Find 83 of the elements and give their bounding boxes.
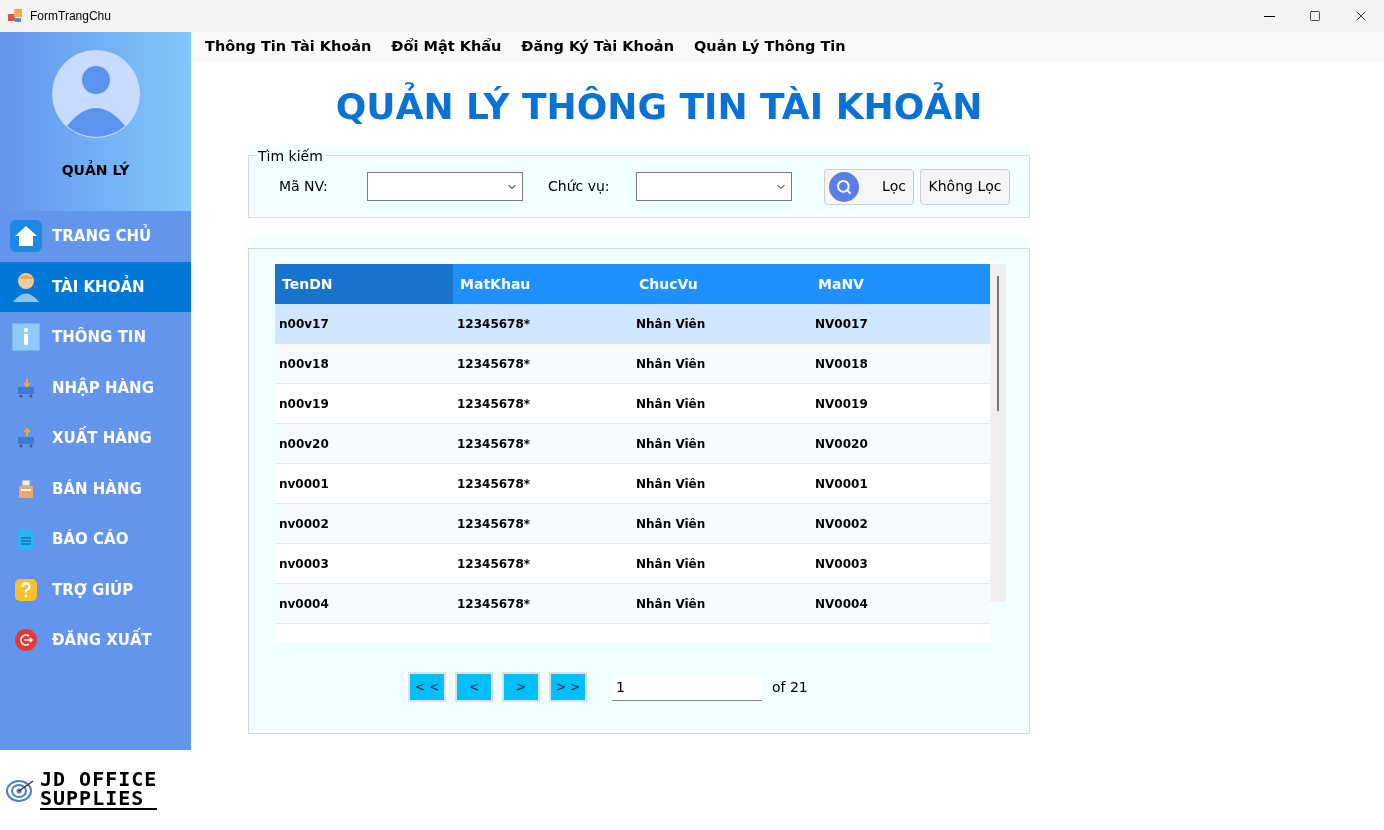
table-cell-text: NV0002 [814, 515, 869, 533]
company-logo-text: JD OFFICE SUPPLIES [40, 770, 158, 810]
field-label: Chức vụ: [548, 177, 611, 196]
table-cell-text: 12345678* [456, 435, 532, 453]
info-icon [12, 323, 40, 352]
table-cell-text: nv0003 [278, 555, 330, 573]
pager-button[interactable]: < [455, 672, 493, 702]
page-count: of 21 [772, 677, 808, 697]
pager-button[interactable]: > [502, 672, 540, 702]
position-dropdown[interactable] [636, 172, 792, 201]
maximize-icon [1309, 10, 1321, 22]
app-icon [8, 9, 22, 23]
target-logo-icon [6, 778, 36, 802]
page-number-field[interactable]: 1 [612, 673, 762, 701]
menu-item[interactable]: Thông Tin Tài Khoản [197, 36, 380, 58]
cart-icon [16, 428, 36, 449]
logout-icon [15, 629, 37, 652]
table-cell-text: Nhân Viên [635, 555, 707, 573]
field-label: Mã NV: [279, 177, 329, 196]
page-title: QUẢN LÝ THÔNG TIN TÀI KHOẢN [288, 80, 1030, 134]
table-cell-text: NV0001 [814, 475, 869, 493]
house-icon [10, 220, 42, 253]
minimize-icon [1263, 15, 1275, 17]
employee-id-dropdown[interactable] [367, 172, 523, 201]
table-cell-text: n00v19 [278, 395, 330, 413]
sidebar-label: BÁO CÁO [52, 528, 129, 550]
column-header[interactable]: TenDN [275, 264, 453, 304]
table-cell-text: NV0003 [814, 555, 869, 573]
sidebar-label: ĐĂNG XUẤT [52, 629, 152, 652]
table-cell-text: n00v17 [278, 315, 330, 333]
table-cell-text: 12345678* [456, 475, 532, 493]
table-cell-text: NV0020 [814, 435, 869, 453]
menu-item[interactable]: Đăng Ký Tài Khoản [513, 36, 682, 58]
role-label: QUẢN LÝ [61, 160, 130, 180]
sidebar-label: TRANG CHỦ [52, 225, 152, 248]
table-cell-text: nv0002 [278, 515, 330, 533]
table-cell-text: Nhân Viên [635, 515, 707, 533]
filter-button[interactable]: Lọc [824, 168, 914, 205]
sidebar-label: BÁN HÀNG [52, 478, 142, 500]
pager-button[interactable]: < < [408, 672, 446, 702]
sidebar-label: TÀI KHOẢN [52, 275, 145, 298]
table-cell-text: 12345678* [456, 595, 532, 613]
menu-item[interactable]: Đổi Mật Khẩu [383, 36, 510, 58]
table-row[interactable]: n00v20 12345678* Nhân Viên NV0020 [275, 424, 990, 464]
table-cell-text: 12345678* [456, 515, 532, 533]
table-row[interactable]: nv0002 12345678* Nhân Viên NV0002 [275, 504, 990, 544]
question-icon [15, 578, 37, 601]
register-icon [18, 479, 34, 498]
table-row[interactable]: nv0004 12345678* Nhân Viên NV0004 [275, 584, 990, 624]
table-cell-text: NV0018 [814, 355, 869, 373]
table-cell-text: Nhân Viên [635, 595, 707, 613]
cart-icon [16, 377, 36, 398]
table-row[interactable]: n00v18 12345678* Nhân Viên NV0018 [275, 344, 990, 384]
table-cell-text: Nhân Viên [635, 475, 707, 493]
search-icon [829, 171, 859, 202]
sidebar-label: TRỢ GIÚP [52, 579, 134, 601]
table-cell-text: Nhân Viên [635, 435, 707, 453]
table-cell-text: nv0001 [278, 475, 330, 493]
sidebar-item[interactable]: TÀI KHOẢN [0, 261, 191, 312]
clear-filter-button[interactable]: Không Lọc [920, 168, 1010, 205]
table-row[interactable]: n00v17 12345678* Nhân Viên NV0017 [275, 304, 990, 344]
table-cell-text: Nhân Viên [635, 355, 707, 373]
table-cell-text: NV0019 [814, 395, 869, 413]
person-icon [12, 270, 40, 303]
window-title: FormTrangChu [30, 8, 111, 25]
table-cell-text: n00v18 [278, 355, 330, 373]
sidebar-label: XUẤT HÀNG [52, 427, 152, 450]
table-cell-text: n00v20 [278, 435, 330, 453]
table-cell-text: 12345678* [456, 315, 532, 333]
pager-button[interactable]: > > [549, 672, 587, 702]
table-cell-text: NV0017 [814, 315, 869, 333]
avatar-icon [51, 50, 140, 138]
menu-item[interactable]: Quản Lý Thông Tin [686, 36, 854, 58]
sidebar-label: THÔNG TIN [52, 326, 146, 348]
table-cell-text: 12345678* [456, 555, 532, 573]
document-icon [18, 529, 34, 550]
table-cell-text: Nhân Viên [635, 315, 707, 333]
table-cell-text: NV0004 [814, 595, 869, 613]
table-cell-text: nv0004 [278, 595, 330, 613]
table-cell-text: Nhân Viên [635, 395, 707, 413]
table-cell-text: 12345678* [456, 355, 532, 373]
table-cell-text: 12345678* [456, 395, 532, 413]
sidebar-label: NHẬP HÀNG [52, 376, 154, 399]
